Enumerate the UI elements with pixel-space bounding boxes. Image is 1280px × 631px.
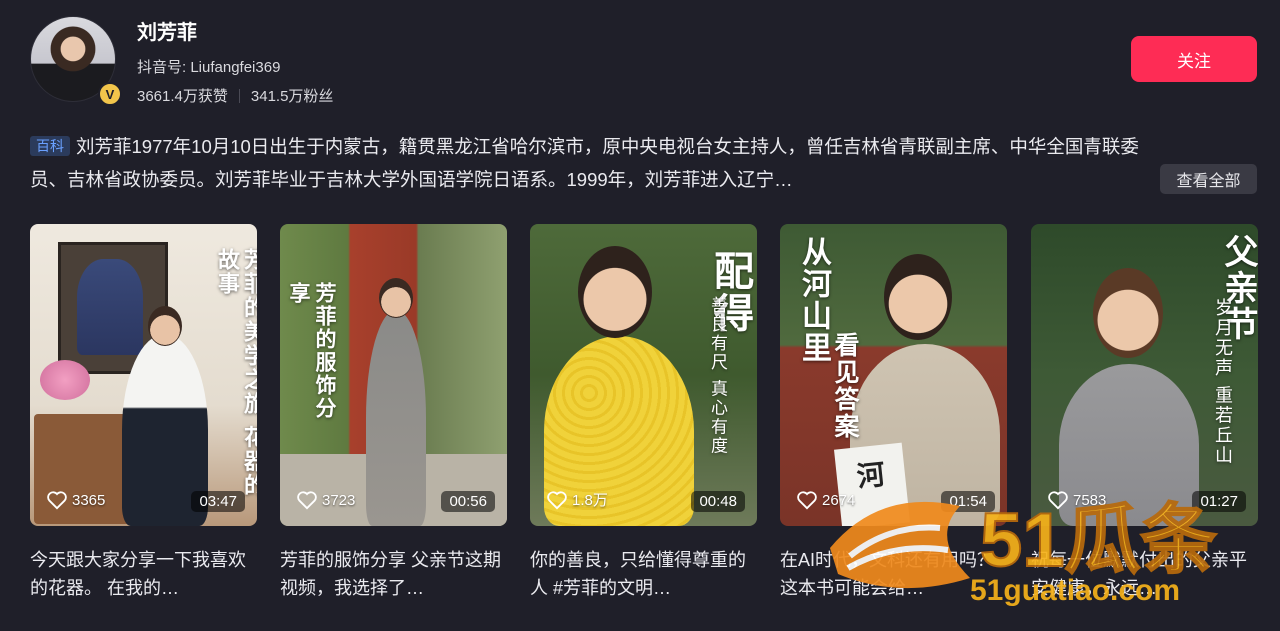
video-overlay-subtitle: 看见答案 — [831, 332, 860, 440]
bio-text: 百科 刘芳菲1977年10月10日出生于内蒙古，籍贯黑龙江省哈尔滨市，原中央电视台… — [30, 130, 1150, 196]
heart-icon — [1048, 491, 1068, 510]
video-duration: 00:56 — [441, 491, 495, 512]
douyin-id: 抖音号: Liufangfei369 — [137, 59, 281, 76]
video-card[interactable]: 父亲节 岁月无声 重若丘山 7583 01:27 祝每一位默默付出的父亲平安健康… — [1031, 224, 1258, 602]
video-card[interactable]: 芳菲的服饰分享 3723 00:56 芳菲的服饰分享 父亲节这期视频，我选择了… — [280, 224, 507, 602]
video-card[interactable]: 芳菲的美学之旅 花器的故事 3365 03:47 今天跟大家分享一下我喜欢的花器… — [30, 224, 257, 602]
video-thumbnail[interactable]: 芳菲的美学之旅 花器的故事 3365 03:47 — [30, 224, 257, 526]
video-likes: 7583 — [1047, 490, 1106, 510]
heart-icon — [797, 491, 817, 510]
video-thumbnail[interactable]: 河 从河山里 看见答案 2674 01:54 — [780, 224, 1007, 526]
video-overlay-subtitle: 善良有尺 真心有度 — [707, 296, 727, 456]
profile-name: 刘芳菲 — [137, 22, 197, 44]
video-likes: 2674 — [796, 490, 855, 510]
fans-count: 341.5万粉丝 — [250, 88, 334, 105]
video-card[interactable]: 配得 善良有尺 真心有度 1.8万 00:48 你的善良，只给懂得尊重的人 #芳… — [530, 224, 757, 602]
baike-tag[interactable]: 百科 — [30, 136, 70, 156]
video-overlay-title: 从河山里 — [796, 236, 831, 364]
video-thumbnail[interactable]: 配得 善良有尺 真心有度 1.8万 00:48 — [530, 224, 757, 526]
video-duration: 00:48 — [691, 491, 745, 512]
video-description[interactable]: 祝每一位默默付出的父亲平安健康，永远… — [1031, 546, 1253, 602]
video-duration: 03:47 — [191, 491, 245, 512]
heart-icon — [47, 491, 67, 510]
likes-count: 3661.4万获赞 — [137, 88, 228, 105]
video-description[interactable]: 在AI时代，文科还有用吗？这本书可能会给… — [780, 546, 1002, 602]
video-card[interactable]: 河 从河山里 看见答案 2674 01:54 在AI时代，文科还有用吗？这本书可… — [780, 224, 1007, 602]
stats-divider — [238, 88, 240, 103]
video-thumbnail[interactable]: 父亲节 岁月无声 重若丘山 7583 01:27 — [1031, 224, 1258, 526]
video-thumbnail[interactable]: 芳菲的服饰分享 3723 00:56 — [280, 224, 507, 526]
video-description[interactable]: 芳菲的服饰分享 父亲节这期视频，我选择了… — [280, 546, 502, 602]
heart-icon — [297, 491, 317, 510]
bio-content: 刘芳菲1977年10月10日出生于内蒙古，籍贯黑龙江省哈尔滨市，原中央电视台女主… — [30, 136, 1139, 190]
video-description[interactable]: 你的善良，只给懂得尊重的人 #芳菲的文明… — [530, 546, 752, 602]
video-likes: 1.8万 — [546, 489, 608, 510]
video-duration: 01:54 — [941, 491, 995, 512]
video-overlay-title: 芳菲的美学之旅 花器的故事 — [214, 248, 257, 498]
video-overlay-subtitle: 岁月无声 重若丘山 — [1212, 298, 1233, 466]
video-likes: 3723 — [296, 490, 355, 510]
video-description[interactable]: 今天跟大家分享一下我喜欢的花器。 在我的… — [30, 546, 252, 602]
verified-badge-icon: V — [98, 82, 122, 106]
profile-stats: 3661.4万获赞 341.5万粉丝 — [137, 85, 333, 106]
heart-icon — [547, 490, 567, 509]
video-duration: 01:27 — [1192, 491, 1246, 512]
video-overlay-title: 芳菲的服饰分享 — [287, 282, 338, 420]
follow-button[interactable]: 关注 — [1131, 36, 1257, 82]
video-likes: 3365 — [46, 490, 105, 510]
view-all-button[interactable]: 查看全部 — [1160, 164, 1257, 194]
